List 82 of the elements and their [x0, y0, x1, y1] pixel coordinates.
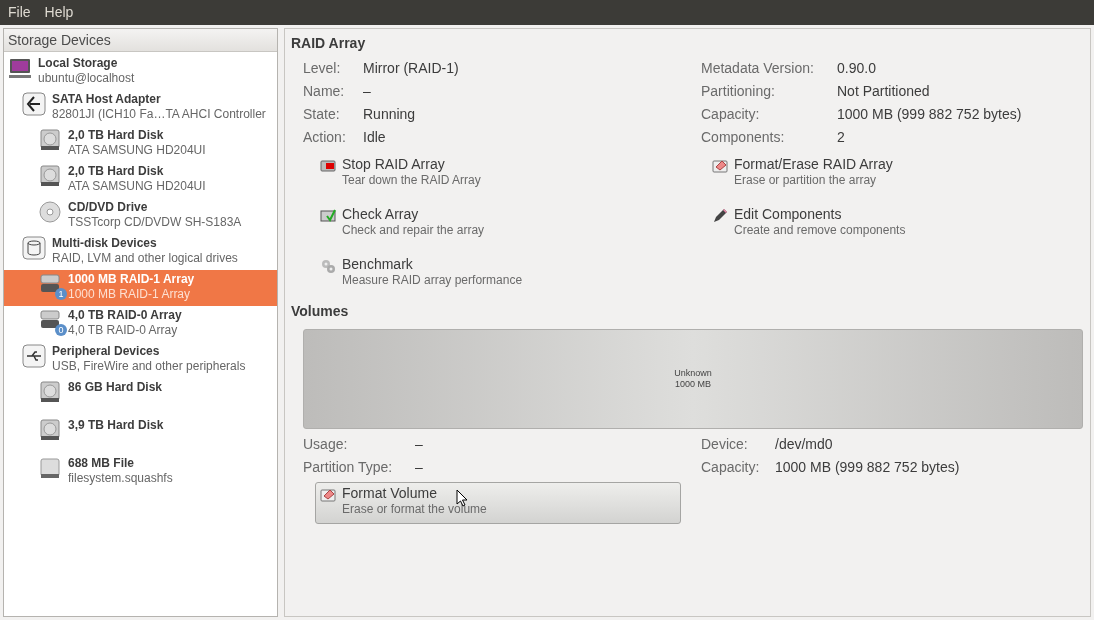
- field-value: –: [415, 458, 423, 477]
- device-title: Multi-disk Devices: [52, 236, 158, 251]
- field-value: /dev/md0: [775, 435, 833, 454]
- section-title: Volumes: [291, 302, 350, 321]
- field-label: Name:: [303, 82, 346, 101]
- device-item[interactable]: 3,9 TB Hard Disk: [4, 416, 277, 454]
- device-subtitle: RAID, LVM and other logical drives: [52, 251, 238, 266]
- action-button[interactable]: Edit Components Create and remove components: [707, 203, 1007, 245]
- usb-icon: [22, 344, 46, 368]
- device-title: 688 MB File: [68, 456, 136, 471]
- pencil-icon: [712, 208, 728, 224]
- device-item[interactable]: Local Storage ubuntu@localhost: [4, 54, 277, 90]
- device-item[interactable]: Multi-disk Devices RAID, LVM and other logical drives: [4, 234, 277, 270]
- segment-size: 1000 MB: [675, 379, 711, 390]
- menu-item[interactable]: Help: [44, 2, 74, 23]
- device-subtitle: 1000 MB RAID-1 Array: [68, 287, 192, 302]
- field-value: Mirror (RAID-1): [363, 59, 459, 78]
- optical-disc-icon: [38, 200, 62, 224]
- device-title: 3,9 TB Hard Disk: [68, 418, 164, 433]
- field-value: Not Partitioned: [837, 82, 930, 101]
- stop-icon: [320, 158, 336, 174]
- sidebar-header: Storage Devices: [4, 29, 277, 52]
- device-subtitle: USB, FireWire and other peripherals: [52, 359, 246, 374]
- field-label: Metadata Version:: [701, 59, 815, 78]
- action-button[interactable]: Check Array Check and repair the array: [315, 203, 615, 245]
- action-button[interactable]: Benchmark Measure RAID array performance: [315, 253, 615, 295]
- device-title: 2,0 TB Hard Disk: [68, 128, 165, 143]
- field-value: Running: [363, 105, 416, 124]
- device-item[interactable]: 2,0 TB Hard Disk ATA SAMSUNG HD204UI: [4, 126, 277, 162]
- cylinder-icon: [22, 236, 46, 260]
- field-value: 2: [837, 128, 845, 147]
- device-item[interactable]: 0 4,0 TB RAID-0 Array 4,0 TB RAID-0 Array: [4, 306, 277, 342]
- device-subtitle: ATA SAMSUNG HD204UI: [68, 143, 206, 158]
- device-item[interactable]: 86 GB Hard Disk: [4, 378, 277, 416]
- field-label: Usage:: [303, 435, 349, 454]
- eraser-icon: [320, 487, 336, 503]
- field-value: 1000 MB (999 882 752 bytes): [775, 458, 960, 477]
- count-badge: 1: [55, 288, 67, 300]
- device-title: 86 GB Hard Disk: [68, 380, 163, 395]
- device-subtitle: ubuntu@localhost: [38, 71, 135, 86]
- device-subtitle: 4,0 TB RAID-0 Array: [68, 323, 179, 338]
- device-item[interactable]: SATA Host Adapter 82801JI (ICH10 Fa…TA AHCI Controller: [4, 90, 277, 126]
- device-title: 4,0 TB RAID-0 Array: [68, 308, 182, 323]
- field-label: Action:: [303, 128, 347, 147]
- device-title: CD/DVD Drive: [68, 200, 149, 215]
- device-title: 1000 MB RAID-1 Array: [68, 272, 195, 287]
- section-title: RAID Array: [291, 34, 367, 53]
- device-subtitle: filesystem.squashfs: [68, 471, 173, 486]
- field-label: Level:: [303, 59, 342, 78]
- field-value: –: [363, 82, 371, 101]
- field-label: Device:: [701, 435, 749, 454]
- volume-segment[interactable]: Unknown 1000 MB: [303, 329, 1083, 429]
- device-title: Local Storage: [38, 56, 119, 71]
- eraser-icon: [712, 158, 728, 174]
- device-title: SATA Host Adapter: [52, 92, 162, 107]
- field-label: Capacity:: [701, 105, 761, 124]
- field-value: 1000 MB (999 882 752 bytes): [837, 105, 1022, 124]
- device-subtitle: TSSTcorp CD/DVDW SH-S183A: [68, 215, 242, 230]
- count-badge: 0: [55, 324, 67, 336]
- field-value: 0.90.0: [837, 59, 876, 78]
- field-value: –: [415, 435, 423, 454]
- monitor-icon: [8, 56, 32, 80]
- action-button[interactable]: Stop RAID Array Tear down the RAID Array: [315, 153, 615, 195]
- file-drive-icon: [38, 456, 62, 480]
- field-label: Partitioning:: [701, 82, 776, 101]
- field-value: Idle: [363, 128, 386, 147]
- device-subtitle: 82801JI (ICH10 Fa…TA AHCI Controller: [52, 107, 266, 122]
- field-label: Partition Type:: [303, 458, 394, 477]
- action-button[interactable]: Format Volume Erase or format the volume: [315, 482, 681, 524]
- device-item[interactable]: CD/DVD Drive TSSTcorp CD/DVDW SH-S183A: [4, 198, 277, 234]
- field-label: Capacity:: [701, 458, 761, 477]
- menu-item[interactable]: File: [8, 2, 31, 23]
- device-subtitle: ATA SAMSUNG HD204UI: [68, 179, 206, 194]
- device-item[interactable]: 2,0 TB Hard Disk ATA SAMSUNG HD204UI: [4, 162, 277, 198]
- field-label: State:: [303, 105, 341, 124]
- device-title: Peripheral Devices: [52, 344, 161, 359]
- field-label: Components:: [701, 128, 786, 147]
- device-title: 2,0 TB Hard Disk: [68, 164, 165, 179]
- action-button[interactable]: Format/Erase RAID Array Erase or partition the array: [707, 153, 1007, 195]
- segment-label: Unknown: [674, 368, 712, 379]
- device-item[interactable]: 688 MB File filesystem.squashfs: [4, 454, 277, 490]
- device-item[interactable]: Peripheral Devices USB, FireWire and other peripherals: [4, 342, 277, 378]
